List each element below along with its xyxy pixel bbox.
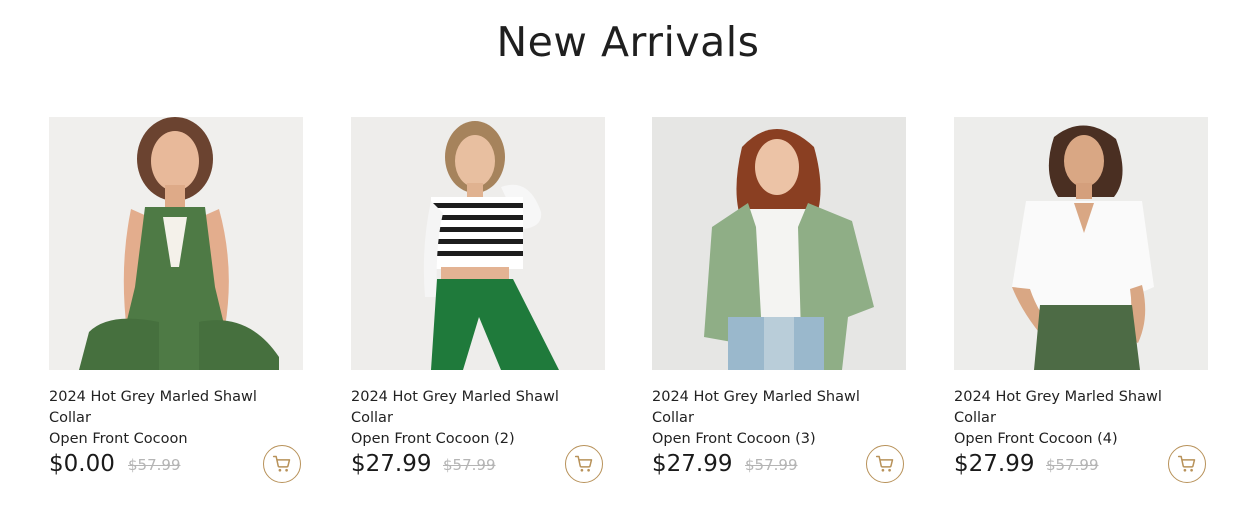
shopping-cart-icon xyxy=(1177,455,1196,472)
shopping-cart-icon xyxy=(272,455,291,472)
product-old-price: $57.99 xyxy=(128,456,181,474)
product-old-price: $57.99 xyxy=(745,456,798,474)
product-image[interactable] xyxy=(351,117,605,370)
product-card: 2024 Hot Grey Marled Shawl Collar Open F… xyxy=(652,117,906,483)
section-title: New Arrivals xyxy=(496,18,760,66)
product-name-line1: 2024 Hot Grey Marled Shawl Collar xyxy=(49,389,257,426)
product-name[interactable]: 2024 Hot Grey Marled Shawl Collar Open F… xyxy=(652,387,906,450)
product-card: 2024 Hot Grey Marled Shawl Collar Open F… xyxy=(351,117,605,483)
product-price: $27.99 xyxy=(954,451,1035,477)
product-name-line1: 2024 Hot Grey Marled Shawl Collar xyxy=(652,389,860,426)
product-image[interactable] xyxy=(652,117,906,370)
product-price: $27.99 xyxy=(652,451,733,477)
shopping-cart-icon xyxy=(875,455,894,472)
product-name[interactable]: 2024 Hot Grey Marled Shawl Collar Open F… xyxy=(49,387,303,450)
product-price: $0.00 xyxy=(49,451,115,477)
product-image[interactable] xyxy=(954,117,1208,370)
product-name[interactable]: 2024 Hot Grey Marled Shawl Collar Open F… xyxy=(351,387,605,450)
product-old-price: $57.99 xyxy=(443,456,496,474)
product-card: 2024 Hot Grey Marled Shawl Collar Open F… xyxy=(954,117,1208,483)
product-price: $27.99 xyxy=(351,451,432,477)
add-to-cart-button[interactable] xyxy=(1168,445,1206,483)
product-name-line1: 2024 Hot Grey Marled Shawl Collar xyxy=(954,389,1162,426)
product-name-line1: 2024 Hot Grey Marled Shawl Collar xyxy=(351,389,559,426)
add-to-cart-button[interactable] xyxy=(866,445,904,483)
shopping-cart-icon xyxy=(574,455,593,472)
product-image[interactable] xyxy=(49,117,303,370)
product-name[interactable]: 2024 Hot Grey Marled Shawl Collar Open F… xyxy=(954,387,1208,450)
add-to-cart-button[interactable] xyxy=(263,445,301,483)
product-card: 2024 Hot Grey Marled Shawl Collar Open F… xyxy=(49,117,303,483)
add-to-cart-button[interactable] xyxy=(565,445,603,483)
product-old-price: $57.99 xyxy=(1046,456,1099,474)
